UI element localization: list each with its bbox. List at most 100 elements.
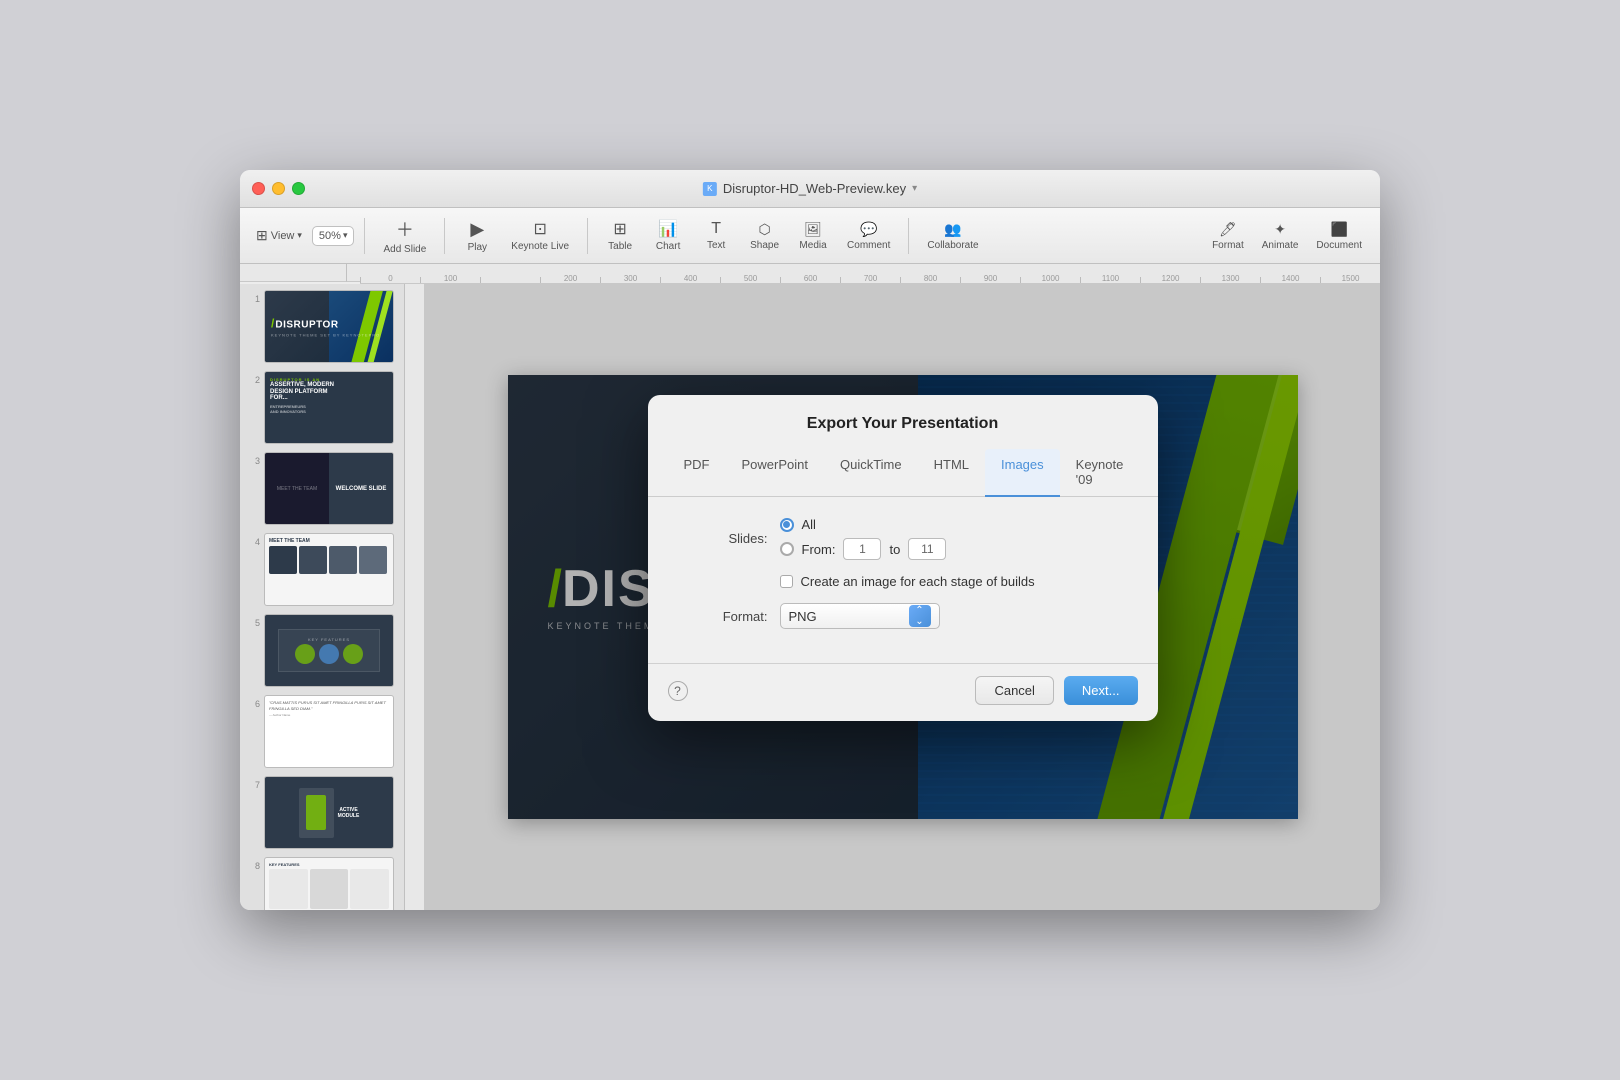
format-select[interactable]: PNG ⌃⌄ (780, 603, 940, 629)
ruler-tick: 700 (840, 277, 900, 283)
keynote-live-icon: ⊡ (534, 219, 547, 239)
slide-number-5: 5 (246, 618, 260, 628)
ruler-tick: 800 (900, 277, 960, 283)
title-chevron: ▾ (912, 183, 917, 194)
tab-html[interactable]: HTML (918, 449, 985, 497)
canvas-wrapper: / DISRUPTOR KEYNOTE THEME SET BY KEYNOTE… (405, 284, 1380, 910)
separator-4 (908, 218, 909, 254)
tab-pdf[interactable]: PDF (668, 449, 726, 497)
shape-button[interactable]: ⬡ Shape (742, 217, 787, 255)
format-icon: 🖊 (1219, 221, 1237, 238)
dialog-body: Slides: All From: (648, 497, 1158, 663)
to-value-box[interactable]: 11 (908, 538, 946, 560)
ruler-tick: 200 (540, 277, 600, 283)
tab-powerpoint[interactable]: PowerPoint (726, 449, 824, 497)
from-radio[interactable] (780, 542, 794, 556)
collaborate-button[interactable]: 👥 Collaborate (919, 217, 986, 255)
export-dialog: Export Your Presentation PDF PowerPoint … (648, 395, 1158, 721)
ruler-tick: 600 (780, 277, 840, 283)
slide-thumb-4: MEET THE TEAM (264, 533, 394, 606)
from-label: From: (802, 542, 836, 557)
document-icon: ⬛ (1330, 221, 1347, 238)
slide-item-1[interactable]: 1 / DISRUPTOR KEYNOTE THEME SET BY KEYNO… (244, 288, 400, 365)
slide-item-4[interactable]: 4 MEET THE TEAM (244, 531, 400, 608)
play-button[interactable]: ▶ Play (455, 215, 499, 257)
separator-3 (587, 218, 588, 254)
keynote-live-button[interactable]: ⊡ Keynote Live (503, 215, 577, 256)
dialog-overlay: Export Your Presentation PDF PowerPoint … (508, 375, 1298, 819)
slide-number-4: 4 (246, 537, 260, 547)
slide-number-8: 8 (246, 861, 260, 871)
builds-checkbox[interactable] (780, 575, 793, 588)
maximize-button[interactable] (292, 182, 305, 195)
slides-form-row: Slides: All From: (688, 517, 1118, 560)
close-button[interactable] (252, 182, 265, 195)
ruler-tick: 900 (960, 277, 1020, 283)
add-slide-icon: ＋ (396, 216, 414, 242)
slide-thumb-2: DISRUPTOR IS AN ASSERTIVE, MODERNDESIGN … (264, 371, 394, 444)
format-row: Format: PNG ⌃⌄ (688, 603, 1118, 629)
canvas-area: / DISRUPTOR KEYNOTE THEME SET BY KEYNOTE… (425, 284, 1380, 910)
tab-keynote09[interactable]: Keynote '09 (1060, 449, 1140, 497)
table-icon: ⊞ (613, 219, 626, 239)
slide-thumb-8: KEY FEATURES (264, 857, 394, 910)
play-icon: ▶ (470, 219, 484, 240)
chart-icon: 📊 (658, 219, 678, 239)
ruler-tick: 100 (420, 277, 480, 283)
title-bar: K Disruptor-HD_Web-Preview.key ▾ (240, 170, 1380, 208)
separator-1 (364, 218, 365, 254)
ruler-tick: 500 (720, 277, 780, 283)
cancel-button[interactable]: Cancel (975, 676, 1053, 705)
from-value-box[interactable]: 1 (843, 538, 881, 560)
slide-number-3: 3 (246, 456, 260, 466)
slide-item-8[interactable]: 8 KEY FEATURES (244, 855, 400, 910)
slide-number-2: 2 (246, 375, 260, 385)
main-area: 1 / DISRUPTOR KEYNOTE THEME SET BY KEYNO… (240, 284, 1380, 910)
v-ruler-corner (347, 264, 360, 282)
format-panel-button[interactable]: 🖊 Format (1204, 217, 1252, 255)
text-icon: T (711, 220, 721, 238)
tab-quicktime[interactable]: QuickTime (824, 449, 918, 497)
add-slide-button[interactable]: ＋ Add Slide (375, 212, 434, 259)
zoom-button[interactable]: 50% ▾ (312, 226, 355, 246)
media-button[interactable]: 🖼 Media (791, 217, 835, 255)
dialog-title-bar: Export Your Presentation (648, 395, 1158, 433)
comment-button[interactable]: 💬 Comment (839, 217, 898, 255)
slide-number-7: 7 (246, 780, 260, 790)
comment-icon: 💬 (860, 221, 877, 238)
slide-item-2[interactable]: 2 DISRUPTOR IS AN ASSERTIVE, MODERNDESIG… (244, 369, 400, 446)
toolbar-right: 🖊 Format ✦ Animate ⬛ Document (1204, 217, 1370, 255)
view-button[interactable]: ⊞ View ▾ (250, 223, 308, 248)
minimize-button[interactable] (272, 182, 285, 195)
table-button[interactable]: ⊞ Table (598, 215, 642, 256)
slide-item-5[interactable]: 5 KEY FEATURES (244, 612, 400, 689)
h-ruler: 0 100 200 300 400 500 600 700 800 900 10… (360, 264, 1380, 284)
ruler-tick: 300 (600, 277, 660, 283)
document-button[interactable]: ⬛ Document (1308, 217, 1370, 255)
ruler-tick: 1100 (1080, 277, 1140, 283)
toolbar: ⊞ View ▾ 50% ▾ ＋ Add Slide ▶ Play ⊡ Keyn… (240, 208, 1380, 264)
window-title-area: K Disruptor-HD_Web-Preview.key ▾ (703, 181, 917, 196)
ruler-tick: 1200 (1140, 277, 1200, 283)
slide-item-7[interactable]: 7 ACTIVEMODULE (244, 774, 400, 851)
help-button[interactable]: ? (668, 681, 688, 701)
chart-button[interactable]: 📊 Chart (646, 215, 690, 256)
animate-button[interactable]: ✦ Animate (1254, 217, 1307, 255)
traffic-lights (252, 182, 305, 195)
tab-images[interactable]: Images (985, 449, 1060, 497)
ruler-tick: 0 (360, 277, 420, 283)
slide-item-3[interactable]: 3 WELCOME SLIDE MEET THE TEAM (244, 450, 400, 527)
slide-item-6[interactable]: 6 "CRAS MATTIS PURUS SIT AMET FRINGILLA … (244, 693, 400, 770)
ruler-tick (480, 277, 540, 283)
mac-window: K Disruptor-HD_Web-Preview.key ▾ ⊞ View … (240, 170, 1380, 910)
all-radio[interactable] (780, 518, 794, 532)
animate-icon: ✦ (1274, 221, 1286, 238)
separator-2 (444, 218, 445, 254)
slide-canvas: / DISRUPTOR KEYNOTE THEME SET BY KEYNOTE… (508, 375, 1298, 819)
format-value: PNG (789, 609, 817, 624)
dialog-tabs: PDF PowerPoint QuickTime HTML Images Key… (648, 449, 1158, 497)
text-button[interactable]: T Text (694, 216, 738, 255)
next-button[interactable]: Next... (1064, 676, 1138, 705)
slide-thumb-5: KEY FEATURES (264, 614, 394, 687)
ruler-tick: 400 (660, 277, 720, 283)
